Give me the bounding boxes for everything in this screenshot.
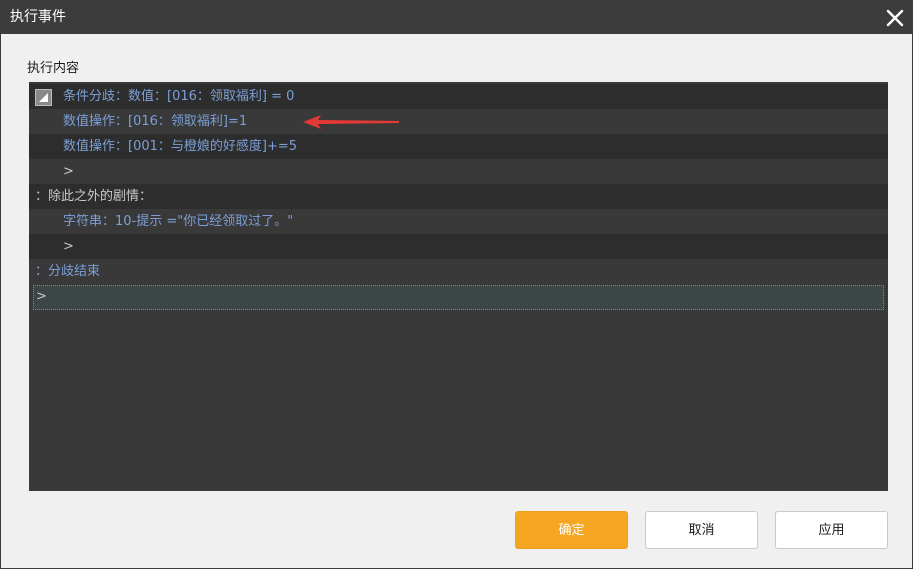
- command-row[interactable]: 数值操作：[016：领取福利]=1: [29, 109, 888, 134]
- command-row-selected[interactable]: >: [33, 285, 884, 310]
- command-row[interactable]: 数值操作：[001：与橙娘的好感度]+=5: [29, 134, 888, 159]
- confirm-button[interactable]: 确定: [515, 511, 628, 549]
- event-dialog: 执行事件 执行内容 条件分歧：数值：[016：领取福利] = 0 数值操作：[0…: [0, 0, 913, 569]
- command-row-insert[interactable]: >: [29, 234, 888, 259]
- command-list[interactable]: 条件分歧：数值：[016：领取福利] = 0 数值操作：[016：领取福利]=1…: [29, 82, 888, 491]
- section-label: 执行内容: [27, 61, 80, 76]
- command-row-branch[interactable]: 条件分歧：数值：[016：领取福利] = 0: [29, 84, 888, 109]
- collapse-icon[interactable]: [35, 89, 52, 106]
- command-text: 数值操作：[001：与橙娘的好感度]+=5: [63, 139, 298, 154]
- insert-marker: >: [36, 289, 47, 304]
- command-text: 字符串：10-提示 ="你已经领取过了。": [63, 214, 294, 229]
- command-text: ：分歧结束: [35, 264, 101, 279]
- command-row-insert[interactable]: >: [29, 159, 888, 184]
- insert-marker: >: [63, 239, 74, 254]
- command-row[interactable]: 字符串：10-提示 ="你已经领取过了。": [29, 209, 888, 234]
- annotation-arrow-icon: [303, 115, 399, 129]
- command-row-else[interactable]: ：除此之外的剧情：: [29, 184, 888, 209]
- command-text: 数值操作：[016：领取福利]=1: [63, 114, 248, 129]
- command-text: 条件分歧：数值：[016：领取福利] = 0: [63, 89, 295, 104]
- cancel-button[interactable]: 取消: [645, 511, 758, 549]
- command-text: ：除此之外的剧情：: [35, 189, 153, 204]
- insert-marker: >: [63, 164, 74, 179]
- apply-button[interactable]: 应用: [775, 511, 888, 549]
- window-title: 执行事件: [10, 9, 66, 25]
- command-row-end[interactable]: ：分歧结束: [29, 259, 888, 284]
- title-bar[interactable]: 执行事件: [1, 1, 913, 34]
- close-icon[interactable]: [882, 5, 908, 31]
